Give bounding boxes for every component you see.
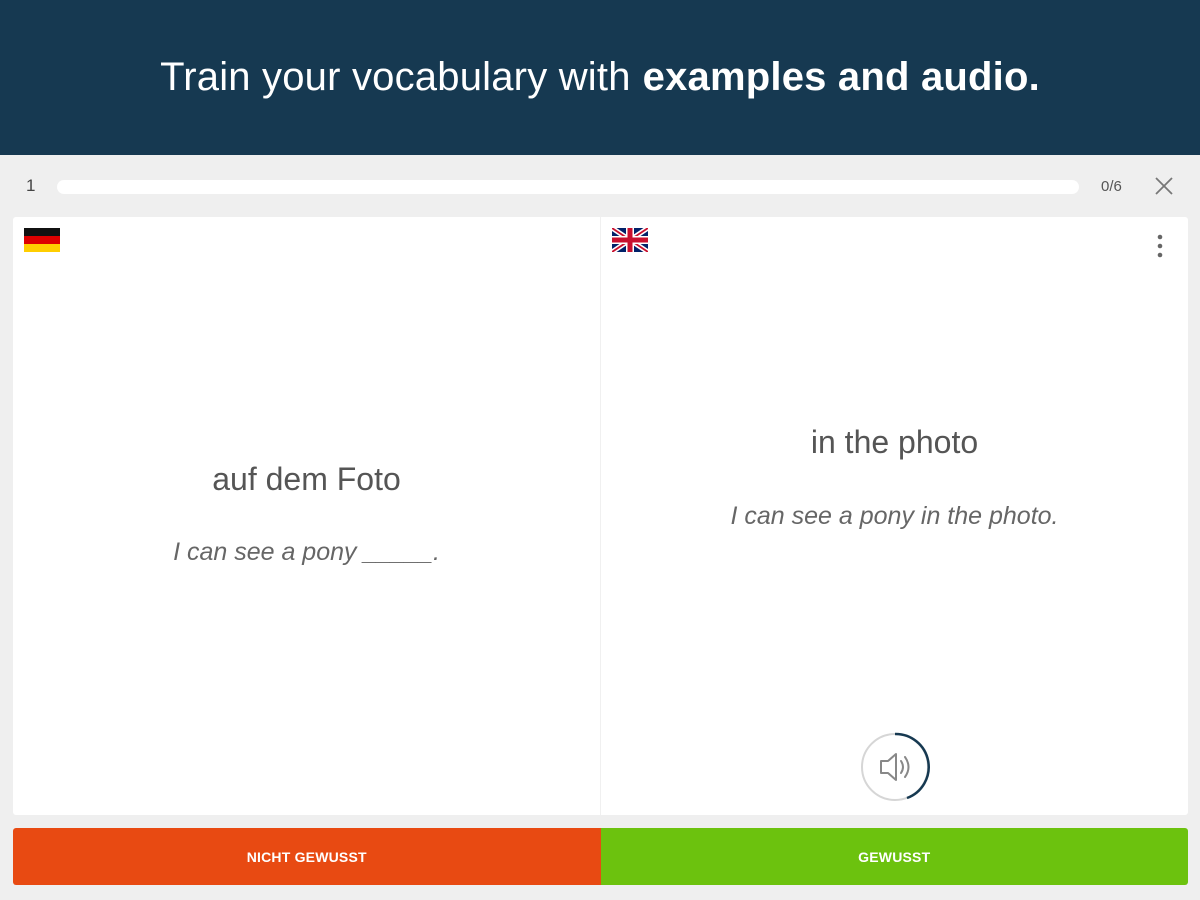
play-audio-button[interactable]: [859, 731, 931, 803]
known-button[interactable]: GEWUSST: [600, 828, 1188, 885]
progress-row: 1 0/6: [0, 166, 1200, 206]
flashcard-back: in the photo I can see a pony in the pho…: [601, 217, 1188, 815]
flashcard-front: auf dem Foto I can see a pony _____.: [13, 217, 600, 815]
banner-text: Train your vocabulary with: [160, 55, 631, 99]
not-known-button[interactable]: NICHT GEWUSST: [13, 828, 601, 885]
speaker-icon: [861, 732, 930, 801]
close-icon[interactable]: [1153, 175, 1175, 197]
promo-banner: Train your vocabulary with examples and …: [0, 0, 1200, 155]
flashcard: auf dem Foto I can see a pony _____. in …: [13, 217, 1188, 815]
progress-counter: 0/6: [1101, 178, 1122, 195]
source-term: auf dem Foto: [212, 461, 401, 497]
answer-buttons: NICHT GEWUSST GEWUSST: [13, 828, 1188, 885]
target-term: in the photo: [810, 424, 979, 460]
flag-germany-icon: [24, 228, 60, 252]
card-number: 1: [26, 176, 36, 195]
more-vertical-icon[interactable]: [1152, 232, 1168, 260]
banner-text-bold: examples and audio.: [642, 55, 1040, 99]
flag-uk-icon: [610, 225, 650, 255]
source-example: I can see a pony _____.: [173, 538, 440, 566]
progress-bar: [57, 180, 1079, 194]
target-example: I can see a pony in the photo.: [730, 502, 1059, 530]
